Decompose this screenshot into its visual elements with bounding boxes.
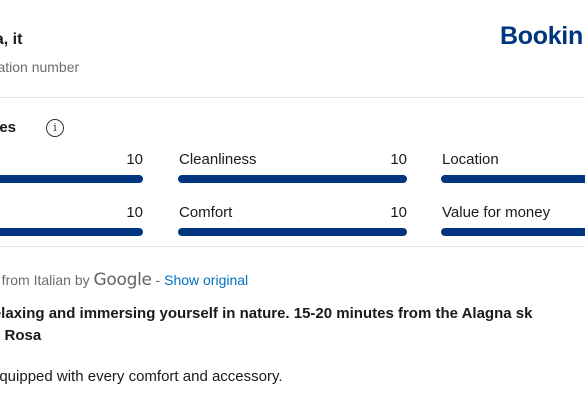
property-title: lia, it — [0, 31, 23, 48]
category-score-cleanliness: 10 — [390, 151, 407, 168]
google-logo: Google — [93, 270, 152, 290]
categories-divider — [0, 246, 585, 247]
translation-note: d from Italian by Google - Show original — [0, 270, 248, 290]
show-original-link[interactable]: Show original — [164, 272, 248, 288]
category-bar-location — [441, 175, 585, 183]
category-bar-value-for-money — [441, 228, 585, 236]
category-label-comfort: Comfort — [179, 204, 233, 221]
review-title-line-2: te Rosa — [0, 327, 42, 344]
category-bar-cleanliness — [178, 175, 407, 183]
categories-heading: gories — [0, 119, 17, 136]
translation-separator: - — [155, 272, 161, 288]
booking-logo[interactable]: Bookin — [500, 22, 583, 51]
reservation-number-label: ervation number — [0, 59, 80, 75]
review-title-line-1: relaxing and immersing yourself in natur… — [0, 305, 533, 322]
category-bar-staff — [0, 175, 143, 183]
info-icon[interactable]: i — [46, 119, 64, 137]
category-label-value-for-money: Value for money — [442, 204, 551, 221]
translation-prefix: d from Italian by — [0, 272, 90, 288]
category-bar-facilities — [0, 228, 143, 236]
review-title: relaxing and immersing yourself in natur… — [0, 303, 532, 347]
category-label-cleanliness: Cleanliness — [179, 151, 257, 168]
category-label-location: Location — [442, 151, 499, 168]
review-body: equipped with every comfort and accessor… — [0, 368, 283, 385]
category-score-facilities: 10 — [126, 204, 143, 221]
category-score-comfort: 10 — [390, 204, 407, 221]
category-bar-comfort — [178, 228, 407, 236]
category-score-staff: 10 — [126, 151, 143, 168]
header-divider — [0, 97, 585, 98]
